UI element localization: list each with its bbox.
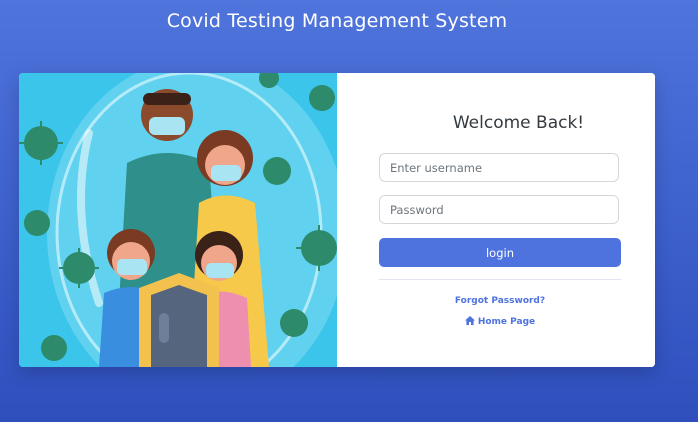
login-card: Welcome Back! login Forgot Password? Hom…: [19, 73, 655, 367]
illustration-image: [19, 73, 347, 367]
home-page-link[interactable]: Home Page: [337, 316, 655, 327]
login-button[interactable]: login: [379, 238, 621, 267]
login-form-pane: Welcome Back! login Forgot Password? Hom…: [337, 73, 655, 367]
username-input[interactable]: [379, 153, 619, 182]
divider: [379, 279, 621, 280]
home-icon: [464, 316, 475, 325]
home-page-label: Home Page: [477, 317, 536, 327]
forgot-password-link[interactable]: Forgot Password?: [337, 296, 655, 306]
password-input[interactable]: [379, 195, 619, 224]
family-mask-illustration: [19, 73, 347, 367]
welcome-heading: Welcome Back!: [452, 113, 585, 133]
app-title: Covid Testing Management System: [166, 10, 508, 32]
